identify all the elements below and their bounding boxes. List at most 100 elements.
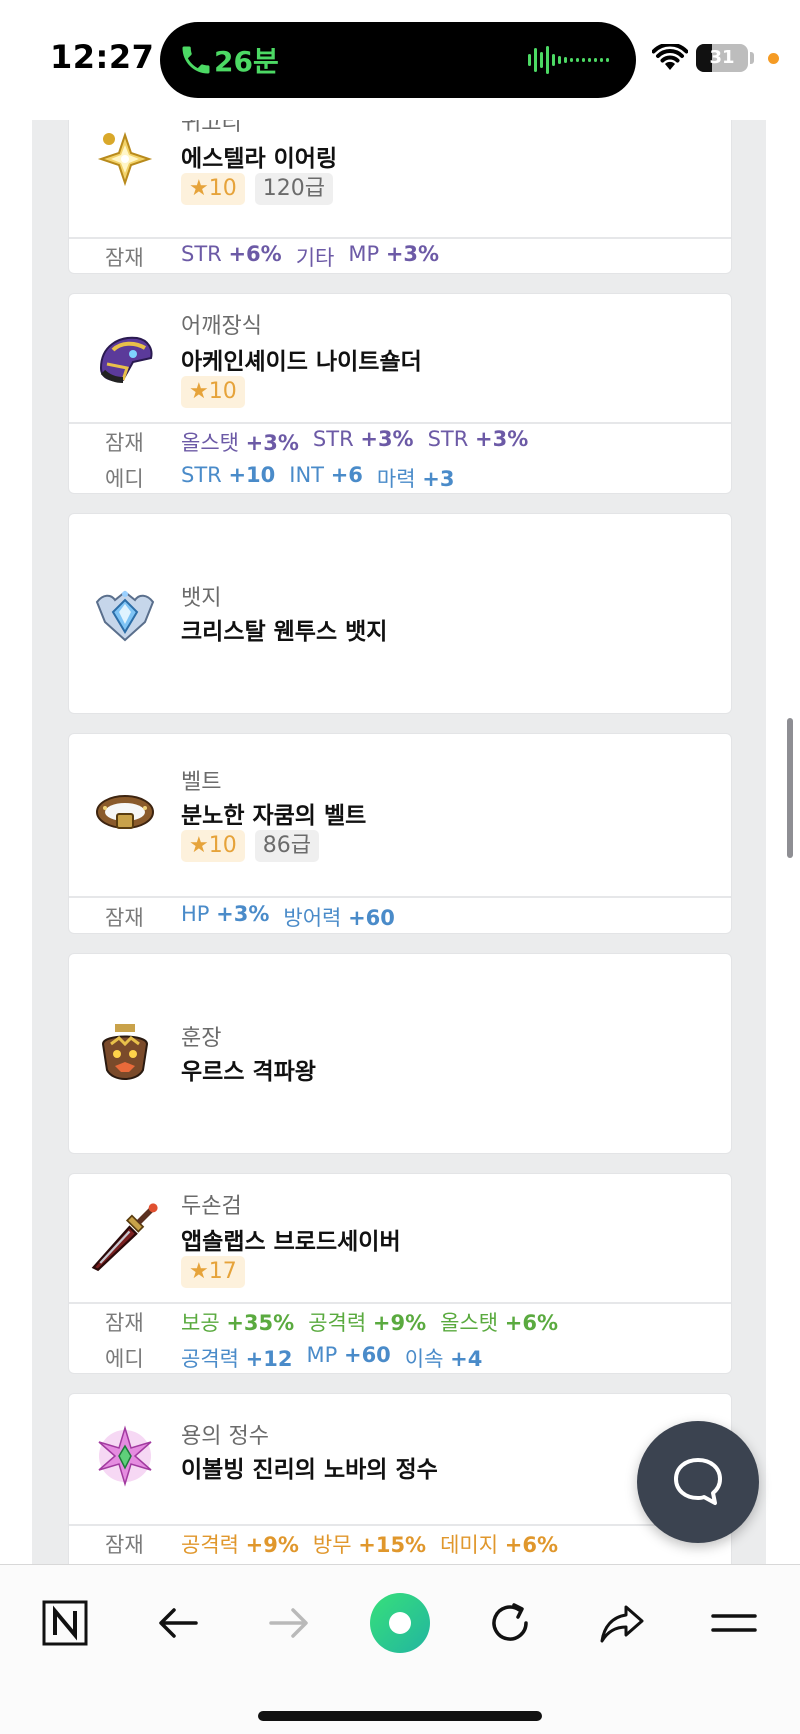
divider [69,422,731,424]
home-indicator[interactable] [258,1711,542,1721]
naver-home-icon [42,1600,88,1646]
menu-icon [711,1614,757,1632]
star-force-badge: ★10 [181,173,245,205]
divider [69,1302,731,1304]
equipment-card[interactable]: 귀고리 에스텔라 이어링 ★10 120급 잠재 STR +6% 기타 MP +… [68,98,732,274]
item-category: 두손검 [181,1194,242,1219]
item-category: 어깨장식 [181,314,262,339]
stat-option: 방어력 +60 [283,906,395,930]
additional-label: 에디 [105,1347,144,1371]
belt-icon [96,795,154,829]
stat-option: 방무 +15% [312,1533,427,1557]
green-dot-button[interactable] [368,1591,432,1655]
stat-option: STR +6% [181,242,282,266]
star-force-badge: ★10 [181,376,245,408]
item-category: 벨트 [181,770,222,795]
potential-line: HP +3% 방어력 +60 [181,902,395,932]
stat-option: 올스탯 +6% [440,1311,559,1335]
stat-option: STR +3% [427,427,529,451]
equipment-card[interactable]: 뱃지 크리스탈 웬투스 뱃지 [68,513,732,714]
potential-label: 잠재 [105,1533,144,1557]
back-icon [159,1608,198,1638]
privacy-indicator-dot [768,53,779,64]
potential-label: 잠재 [105,906,144,930]
share-button[interactable] [590,1591,654,1655]
menu-button[interactable] [702,1591,766,1655]
grade-badge: 120급 [254,173,333,205]
phone-icon [182,46,210,74]
shoulder-icon [99,336,153,383]
divider [69,1524,731,1526]
essence-icon [98,1425,152,1487]
item-tags: ★10 [181,376,245,408]
equipment-card[interactable]: 훈장 우르스 격파왕 [68,953,732,1154]
stat-option: INT +6 [289,463,363,487]
equipment-card[interactable]: 어깨장식 아케인셰이드 나이트숄더 ★10 잠재 올스탯 +3% STR +3%… [68,293,732,494]
potential-line: STR +6% 기타 MP +3% [181,242,439,272]
sword-icon [91,1203,158,1272]
equipment-card[interactable]: 벨트 분노한 자쿰의 벨트 ★10 86급 잠재 HP +3% 방어력 +60 [68,733,732,934]
battery-level: 31 [709,47,735,68]
grade-badge: 86급 [254,830,319,862]
stat-option: 보공 +35% [181,1311,295,1335]
audio-wave-icon [528,46,609,74]
badge-icon [95,590,155,642]
potential-label: 잠재 [105,1311,144,1335]
potential-line: 공격력 +9% 방무 +15% 데미지 +6% [181,1529,558,1559]
stat-option: MP +60 [306,1343,391,1367]
stat-option: 공격력 +12 [181,1347,293,1371]
back-button[interactable] [146,1591,210,1655]
dynamic-island[interactable]: 26분 [160,22,636,98]
equipment-card[interactable]: 두손검 앱솔랩스 브로드세이버 ★17 잠재 보공 +35% 공격력 +9% 올… [68,1173,732,1374]
chat-bubble-icon [674,1458,722,1505]
star-force-badge: ★10 [181,830,245,862]
item-name: 크리스탈 웬투스 뱃지 [181,619,388,645]
additional-line: STR +10 INT +6 마력 +3 [181,463,454,493]
chat-button[interactable] [637,1421,759,1543]
refresh-button[interactable] [478,1591,542,1655]
additional-line: 공격력 +12 MP +60 이속 +4 [181,1343,482,1373]
item-name: 분노한 자쿰의 벨트 [181,803,367,829]
star-force-badge: ★17 [181,1256,245,1288]
stat-option: STR +3% [312,427,414,451]
green-dot-icon [370,1593,430,1653]
stat-option: 공격력 +9% [181,1533,299,1557]
item-name: 에스텔라 이어링 [181,146,338,172]
share-icon [600,1605,644,1643]
refresh-icon [492,1603,528,1641]
equipment-card[interactable]: 용의 정수 이볼빙 진리의 노바의 정수 잠재 공격력 +9% 방무 +15% … [68,1393,732,1573]
scrollbar[interactable] [787,718,793,858]
stat-option: 공격력 +9% [308,1311,427,1335]
forward-button[interactable] [257,1591,321,1655]
stat-option: 올스탯 +3% [181,431,299,455]
browser-toolbar [0,1564,800,1734]
item-category: 훈장 [181,1026,222,1051]
item-category: 용의 정수 [181,1424,269,1449]
status-bar: 12:27 26분 31 [0,0,800,120]
battery-icon: 31 [696,44,748,72]
stat-option: HP +3% [181,902,270,926]
stat-option: STR +10 [181,463,276,487]
stat-option: 이속 +4 [404,1347,483,1371]
potential-label: 잠재 [105,246,144,270]
item-category: 뱃지 [181,586,222,611]
medal-icon [101,1024,149,1080]
item-name: 앱솔랩스 브로드세이버 [181,1229,401,1255]
item-name: 아케인셰이드 나이트숄더 [181,349,422,375]
naver-home-button[interactable] [33,1591,97,1655]
stat-option: 마력 +3 [376,467,455,491]
divider [69,896,731,898]
potential-line: 올스탯 +3% STR +3% STR +3% [181,427,528,457]
call-duration: 26분 [214,45,279,78]
wifi-icon [652,44,688,70]
battery-tip [750,52,754,64]
potential-label: 잠재 [105,431,144,455]
item-name: 이볼빙 진리의 노바의 정수 [181,1457,438,1483]
earring-icon [97,131,153,187]
item-tags: ★10 86급 [181,830,319,862]
divider [69,237,731,239]
forward-icon [269,1608,308,1638]
stat-option: 기타 [295,246,335,270]
additional-label: 에디 [105,467,144,491]
clock: 12:27 [50,38,155,76]
